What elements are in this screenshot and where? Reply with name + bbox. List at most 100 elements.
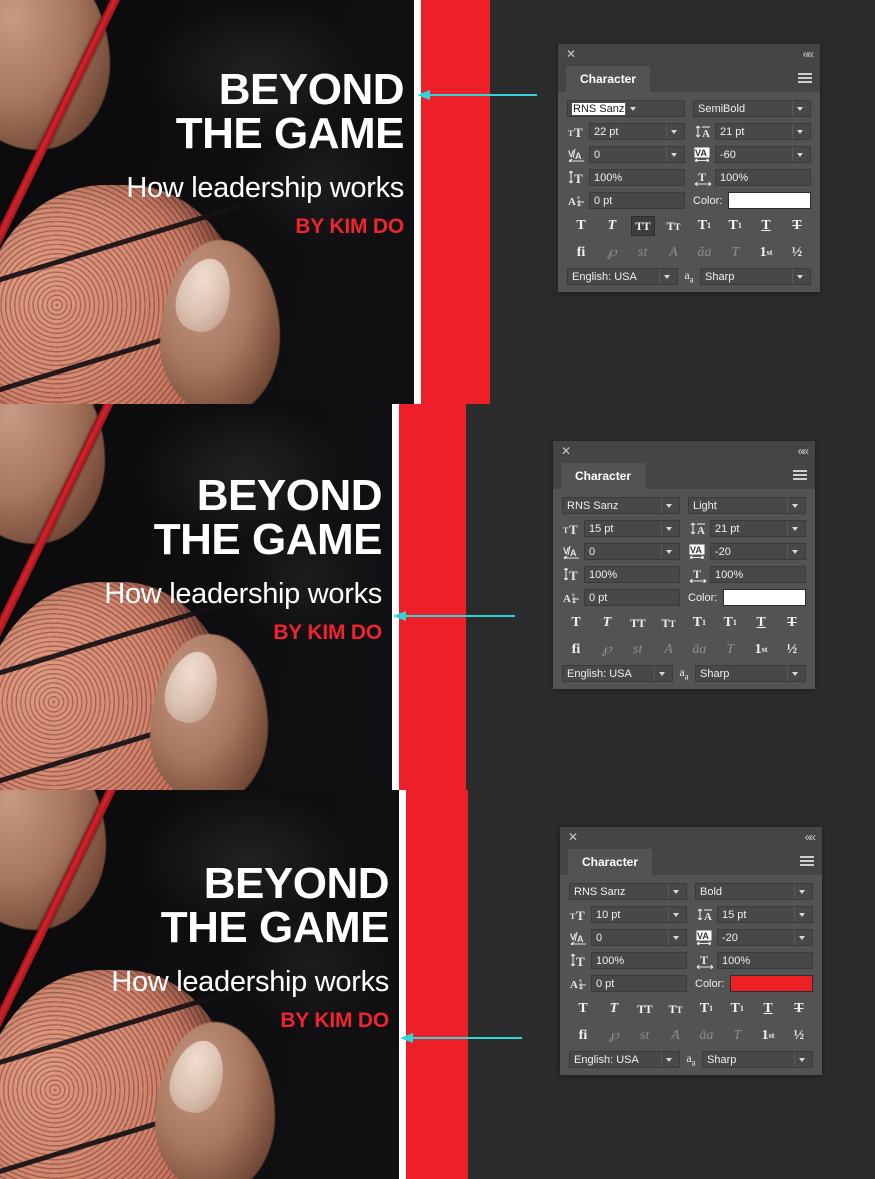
chevron-down-icon[interactable] bbox=[787, 498, 801, 513]
tracking-input[interactable]: -20 bbox=[710, 543, 806, 560]
stylistic-alternates-button[interactable]: āa bbox=[694, 1026, 718, 1046]
faux-italic-button[interactable]: T bbox=[600, 216, 624, 236]
chevron-down-icon[interactable] bbox=[661, 498, 675, 513]
close-icon[interactable]: ✕ bbox=[565, 48, 577, 60]
underline-button[interactable]: T bbox=[749, 613, 773, 633]
standard-ligatures-button[interactable]: fi bbox=[564, 640, 588, 660]
hamburger-menu-icon[interactable] bbox=[800, 856, 814, 867]
swash-button[interactable]: A bbox=[662, 243, 686, 263]
small-caps-button[interactable]: TT bbox=[664, 999, 688, 1019]
baseline-shift-input[interactable]: 0 pt bbox=[591, 975, 687, 992]
chevron-down-icon[interactable] bbox=[792, 124, 806, 139]
antialias-select[interactable]: Sharp bbox=[702, 1051, 813, 1068]
strikethrough-button[interactable]: T bbox=[787, 999, 811, 1019]
superscript-button[interactable]: T1 bbox=[687, 613, 711, 633]
fractions-button[interactable]: ½ bbox=[787, 1026, 811, 1046]
font-size-input[interactable]: 15 pt bbox=[584, 520, 680, 537]
contextual-alternates-button[interactable]: ℘ bbox=[600, 243, 624, 263]
baseline-shift-input[interactable]: 0 pt bbox=[584, 589, 680, 606]
font-style-select[interactable]: SemiBold bbox=[693, 100, 811, 117]
ordinals-button[interactable]: 1st bbox=[749, 640, 773, 660]
strikethrough-button[interactable]: T bbox=[785, 216, 809, 236]
hamburger-menu-icon[interactable] bbox=[793, 470, 807, 481]
faux-italic-button[interactable]: T bbox=[595, 613, 619, 633]
faux-bold-button[interactable]: T bbox=[569, 216, 593, 236]
standard-ligatures-button[interactable]: fi bbox=[571, 1026, 595, 1046]
chevron-down-icon[interactable] bbox=[659, 269, 673, 284]
horizontal-scale-input[interactable]: 100% bbox=[717, 952, 813, 969]
underline-button[interactable]: T bbox=[756, 999, 780, 1019]
antialias-select[interactable]: Sharp bbox=[695, 665, 806, 682]
small-caps-button[interactable]: TT bbox=[657, 613, 681, 633]
strikethrough-button[interactable]: T bbox=[780, 613, 804, 633]
character-panel-3[interactable]: ✕ «« Character RNS Sanz Bold T T 10 pt A 15 pt V A 0… bbox=[560, 827, 822, 1075]
vertical-scale-input[interactable]: 100% bbox=[584, 566, 680, 583]
contextual-alternates-button[interactable]: ℘ bbox=[602, 1026, 626, 1046]
small-caps-button[interactable]: TT bbox=[662, 216, 686, 236]
titling-alternates-button[interactable]: T bbox=[725, 1026, 749, 1046]
font-size-input[interactable]: 10 pt bbox=[591, 906, 687, 923]
color-swatch[interactable] bbox=[730, 975, 813, 992]
swash-button[interactable]: A bbox=[657, 640, 681, 660]
chevron-down-icon[interactable] bbox=[666, 124, 680, 139]
superscript-button[interactable]: T1 bbox=[692, 216, 716, 236]
chevron-down-icon[interactable] bbox=[666, 147, 680, 162]
vertical-scale-input[interactable]: 100% bbox=[591, 952, 687, 969]
all-caps-button[interactable]: TT bbox=[633, 999, 657, 1019]
subscript-button[interactable]: T1 bbox=[725, 999, 749, 1019]
kerning-input[interactable]: 0 bbox=[589, 146, 685, 163]
subscript-button[interactable]: T1 bbox=[723, 216, 747, 236]
chevron-down-icon[interactable] bbox=[787, 544, 801, 559]
character-panel-2[interactable]: ✕ «« Character RNS Sanz Light T T 15 pt A 21 pt V A… bbox=[553, 441, 815, 689]
tab-character[interactable]: Character bbox=[568, 849, 653, 875]
chevron-down-icon[interactable] bbox=[661, 544, 675, 559]
stylistic-alternates-button[interactable]: āa bbox=[692, 243, 716, 263]
font-size-input[interactable]: 22 pt bbox=[589, 123, 685, 140]
character-panel-1[interactable]: ✕ «« Character RNS Sanz SemiBold T T 22 pt A 21 p… bbox=[558, 44, 820, 292]
font-style-select[interactable]: Light bbox=[688, 497, 806, 514]
chevron-down-icon[interactable] bbox=[792, 269, 806, 284]
standard-ligatures-button[interactable]: fi bbox=[569, 243, 593, 263]
chevron-down-icon[interactable] bbox=[668, 907, 682, 922]
language-select[interactable]: English: USA bbox=[569, 1051, 680, 1068]
kerning-input[interactable]: 0 bbox=[584, 543, 680, 560]
chevron-down-icon[interactable] bbox=[794, 1052, 808, 1067]
tracking-input[interactable]: -20 bbox=[717, 929, 813, 946]
font-family-input[interactable]: RNS Sanz bbox=[562, 497, 680, 514]
vertical-scale-input[interactable]: 100% bbox=[589, 169, 685, 186]
chevron-down-icon[interactable] bbox=[654, 666, 668, 681]
fractions-button[interactable]: ½ bbox=[785, 243, 809, 263]
faux-bold-button[interactable]: T bbox=[564, 613, 588, 633]
chevron-down-icon[interactable] bbox=[668, 884, 682, 899]
subscript-button[interactable]: T1 bbox=[718, 613, 742, 633]
chevron-down-icon[interactable] bbox=[794, 884, 808, 899]
collapse-panel-icon[interactable]: «« bbox=[803, 47, 814, 61]
horizontal-scale-input[interactable]: 100% bbox=[710, 566, 806, 583]
all-caps-button[interactable]: TT bbox=[626, 613, 650, 633]
discretionary-ligatures-button[interactable]: st bbox=[626, 640, 650, 660]
chevron-down-icon[interactable] bbox=[661, 521, 675, 536]
swash-button[interactable]: A bbox=[664, 1026, 688, 1046]
color-swatch[interactable] bbox=[728, 192, 811, 209]
language-select[interactable]: English: USA bbox=[562, 665, 673, 682]
fractions-button[interactable]: ½ bbox=[780, 640, 804, 660]
discretionary-ligatures-button[interactable]: st bbox=[633, 1026, 657, 1046]
language-select[interactable]: English: USA bbox=[567, 268, 678, 285]
color-swatch[interactable] bbox=[723, 589, 806, 606]
tab-character[interactable]: Character bbox=[561, 463, 646, 489]
all-caps-button[interactable]: TT bbox=[630, 216, 655, 236]
contextual-alternates-button[interactable]: ℘ bbox=[595, 640, 619, 660]
close-icon[interactable]: ✕ bbox=[567, 831, 579, 843]
antialias-select[interactable]: Sharp bbox=[700, 268, 811, 285]
titling-alternates-button[interactable]: T bbox=[723, 243, 747, 263]
ordinals-button[interactable]: 1st bbox=[754, 243, 778, 263]
baseline-shift-input[interactable]: 0 pt bbox=[589, 192, 685, 209]
faux-italic-button[interactable]: T bbox=[602, 999, 626, 1019]
font-family-input[interactable]: RNS Sanz bbox=[567, 100, 685, 117]
faux-bold-button[interactable]: T bbox=[571, 999, 595, 1019]
leading-input[interactable]: 21 pt bbox=[715, 123, 811, 140]
chevron-down-icon[interactable] bbox=[792, 147, 806, 162]
leading-input[interactable]: 15 pt bbox=[717, 906, 813, 923]
collapse-panel-icon[interactable]: «« bbox=[805, 830, 816, 844]
chevron-down-icon[interactable] bbox=[792, 101, 806, 116]
